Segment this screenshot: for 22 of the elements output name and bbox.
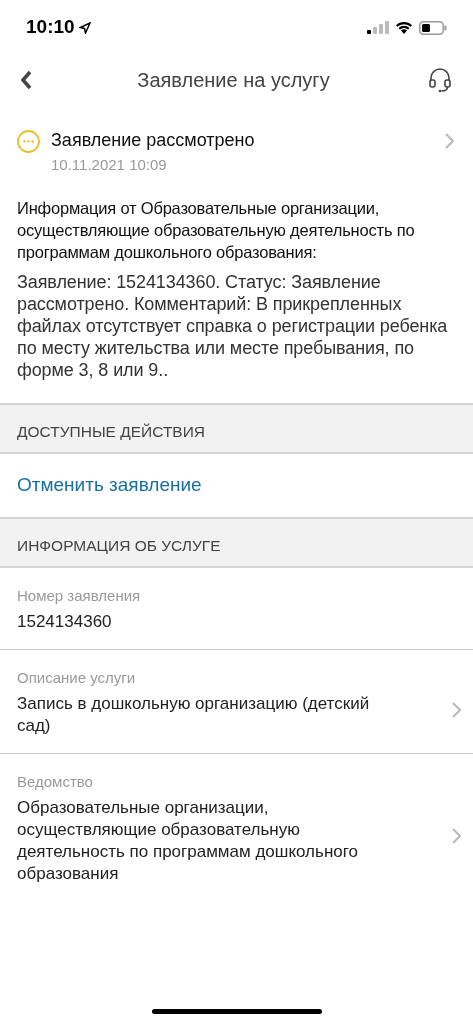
pending-status-icon: [17, 130, 40, 153]
field-value: Образовательные организации, осуществляющие образовательную деятельность по программам дошкольного образования: [17, 796, 360, 885]
info-comment: Заявление: 1524134360. Статус: Заявление рассмотрено. Комментарий: В прикрепленных файлах отсутствует справка о регистрации ребенка по месту жительства или месте пребывания, по форме 3, 8 или 9..: [17, 270, 449, 381]
page-title: Заявление на услугу: [137, 68, 330, 93]
status-label: Заявление рассмотрено: [51, 129, 256, 152]
field-value: Запись в дошкольную организацию (детский сад): [17, 692, 371, 737]
cancel-application-link[interactable]: Отменить заявление: [17, 470, 202, 500]
clock-time: 10:10: [26, 15, 75, 40]
field-label: Номер заявления: [17, 585, 142, 606]
section-header: ДОСТУПНЫЕ ДЕЙСТВИЯ: [17, 422, 206, 443]
battery-icon: [419, 20, 447, 35]
wifi-icon: [395, 21, 413, 34]
signal-icon: [367, 21, 389, 34]
headset-icon[interactable]: [427, 67, 453, 93]
field-value: 1524134360: [17, 610, 113, 633]
field-label: Описание услуги: [17, 667, 137, 688]
section-header: ИНФОРМАЦИЯ ОБ УСЛУГЕ: [17, 536, 221, 557]
field-label: Ведомство: [17, 771, 94, 792]
status-date: 10.11.2021 10:09: [51, 155, 168, 175]
info-heading: Информация от Образовательные организации, осуществляющие образовательную деятельность по программам дошкольного образования:: [17, 197, 416, 263]
location-arrow-icon: [78, 21, 91, 34]
chevron-right-icon: [445, 133, 454, 149]
